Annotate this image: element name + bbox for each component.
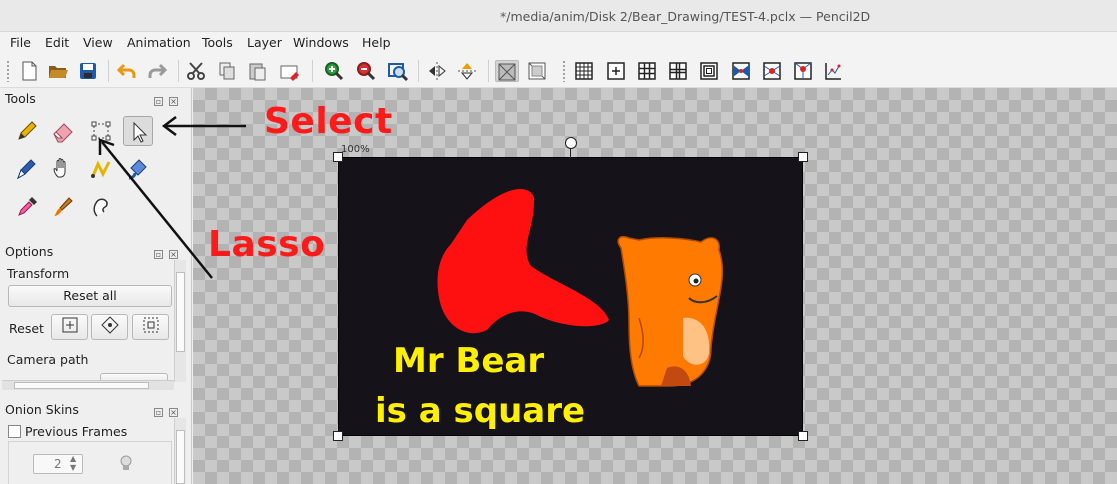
select-annotation: Select <box>264 101 393 142</box>
annotation-arrows <box>98 116 246 279</box>
lasso-annotation: Lasso <box>208 224 326 265</box>
lasso-arrow <box>98 138 213 279</box>
select-arrow <box>161 116 246 136</box>
